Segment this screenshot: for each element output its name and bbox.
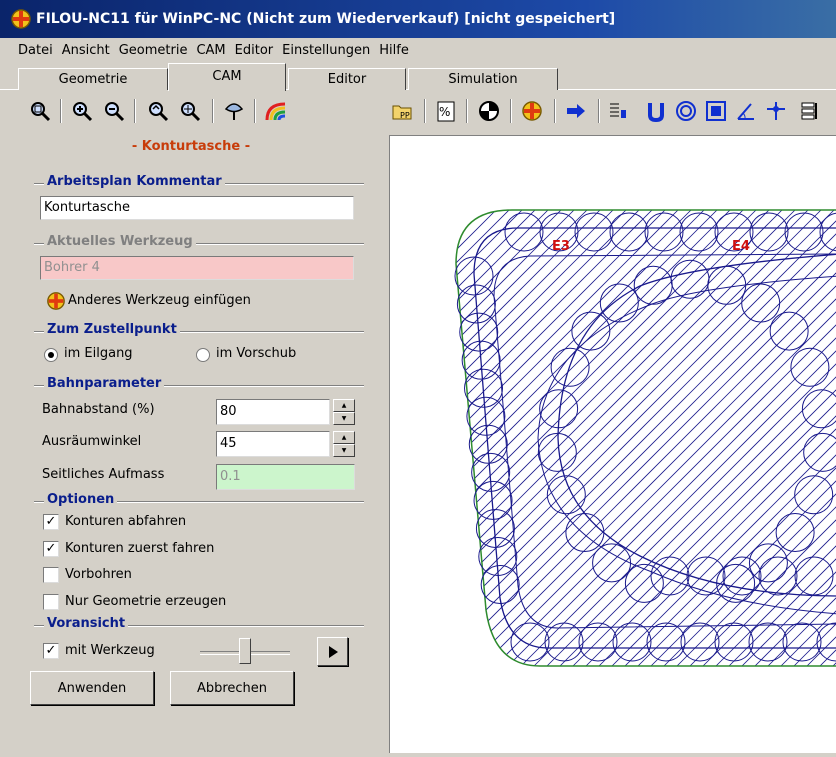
menu-editor[interactable]: Editor: [235, 43, 273, 58]
play-button[interactable]: [317, 637, 348, 666]
toolpath-drawing: E3 E4: [454, 209, 836, 667]
contour-trace-label: Konturen abfahren: [65, 514, 187, 529]
play-icon: [328, 645, 338, 658]
path-heading: Bahnparameter: [44, 376, 165, 391]
tab-cam[interactable]: CAM: [168, 63, 286, 91]
radio-feed-label: im Vorschub: [216, 346, 297, 361]
element-label-e4: E4: [732, 239, 750, 254]
svg-text:PP: PP: [400, 111, 410, 120]
menu-ansicht[interactable]: Ansicht: [62, 43, 110, 58]
window-title: FILOU-NC11 für WinPC-NC (Nicht zum Wiede…: [36, 11, 616, 27]
geometry-only-label: Nur Geometrie erzeugen: [65, 594, 227, 609]
tab-simulation[interactable]: Simulation: [408, 68, 558, 90]
angle-label: Ausräumwinkel: [42, 434, 142, 449]
apply-button[interactable]: Anwenden: [30, 671, 154, 705]
zoom-in-icon[interactable]: [70, 99, 94, 123]
contour-first-label: Konturen zuerst fahren: [65, 541, 215, 556]
with-tool-label: mit Werkzeug: [65, 643, 155, 658]
tool-insert-icon[interactable]: [44, 289, 68, 313]
menu-hilfe[interactable]: Hilfe: [379, 43, 409, 58]
app-icon: [11, 9, 31, 29]
preview-slider-thumb[interactable]: [239, 638, 251, 664]
current-tool-field: Bohrer 4: [40, 256, 354, 280]
pocket-icon[interactable]: [644, 99, 668, 123]
drill-icon[interactable]: [477, 99, 501, 123]
checkbox-geometry-only[interactable]: [43, 594, 59, 610]
angle-stepper[interactable]: ▲ ▼: [333, 431, 355, 457]
tab-editor[interactable]: Editor: [288, 68, 406, 90]
zoom-out-icon[interactable]: [102, 99, 126, 123]
drawing-canvas[interactable]: E3 E4: [389, 135, 836, 753]
percent-icon[interactable]: %: [434, 99, 458, 123]
pan-zoom-icon[interactable]: [178, 99, 202, 123]
preview-heading: Voransicht: [44, 616, 129, 631]
zoom-fit-icon[interactable]: [28, 99, 52, 123]
panel-title: - Konturtasche -: [131, 139, 251, 154]
allowance-label: Seitliches Aufmass: [42, 467, 165, 482]
svg-text:%: %: [439, 105, 450, 119]
predrill-label: Vorbohren: [65, 567, 132, 582]
distance-stepper[interactable]: ▲ ▼: [333, 399, 355, 425]
checkbox-contour-first[interactable]: ✓: [43, 541, 59, 557]
zoom-window-icon[interactable]: [146, 99, 170, 123]
options-heading: Optionen: [44, 492, 118, 507]
distance-input[interactable]: 80: [216, 399, 330, 425]
menu-datei[interactable]: Datei: [18, 43, 53, 58]
allowance-field: 0.1: [216, 464, 355, 490]
title-bar: FILOU-NC11 für WinPC-NC (Nicht zum Wiede…: [0, 0, 836, 38]
cam-parameter-panel: - Konturtasche - Arbeitsplan Kommentar K…: [0, 131, 382, 753]
postprocessor-icon[interactable]: PP: [390, 99, 414, 123]
angle-icon[interactable]: [734, 99, 758, 123]
distance-label: Bahnabstand (%): [42, 402, 155, 417]
radio-feed[interactable]: [196, 348, 210, 362]
tool-heading: Aktuelles Werkzeug: [44, 234, 196, 249]
view-icon[interactable]: [222, 99, 246, 123]
comment-heading: Arbeitsplan Kommentar: [44, 174, 225, 189]
toolbar: PP %: [0, 91, 836, 131]
menu-geometrie[interactable]: Geometrie: [119, 43, 188, 58]
tab-geometrie[interactable]: Geometrie: [18, 68, 168, 90]
stack-icon[interactable]: [798, 99, 822, 123]
menu-cam[interactable]: CAM: [196, 43, 225, 58]
radio-rapid[interactable]: [44, 348, 58, 362]
menu-einstellungen[interactable]: Einstellungen: [282, 43, 370, 58]
radio-rapid-label: im Eilgang: [64, 346, 133, 361]
checkbox-predrill[interactable]: [43, 567, 59, 583]
tab-bar: Geometrie CAM Editor Simulation: [0, 62, 836, 91]
checkbox-contour-trace[interactable]: ✓: [43, 514, 59, 530]
comment-input[interactable]: Konturtasche: [40, 196, 354, 220]
list-icon[interactable]: [606, 99, 630, 123]
checkbox-with-tool[interactable]: ✓: [43, 643, 59, 659]
angle-input[interactable]: 45: [216, 431, 330, 457]
element-label-e3: E3: [552, 239, 570, 254]
frame-icon[interactable]: [704, 99, 728, 123]
rainbow-icon[interactable]: [264, 99, 288, 123]
insert-tool-button[interactable]: Anderes Werkzeug einfügen: [68, 293, 251, 308]
plus-icon[interactable]: [764, 99, 788, 123]
tool-icon[interactable]: [520, 99, 544, 123]
run-arrow-icon[interactable]: [564, 99, 588, 123]
circle-icon[interactable]: [674, 99, 698, 123]
menu-bar: Datei Ansicht Geometrie CAM Editor Einst…: [0, 38, 836, 62]
cancel-button[interactable]: Abbrechen: [170, 671, 294, 705]
approach-heading: Zum Zustellpunkt: [44, 322, 180, 337]
